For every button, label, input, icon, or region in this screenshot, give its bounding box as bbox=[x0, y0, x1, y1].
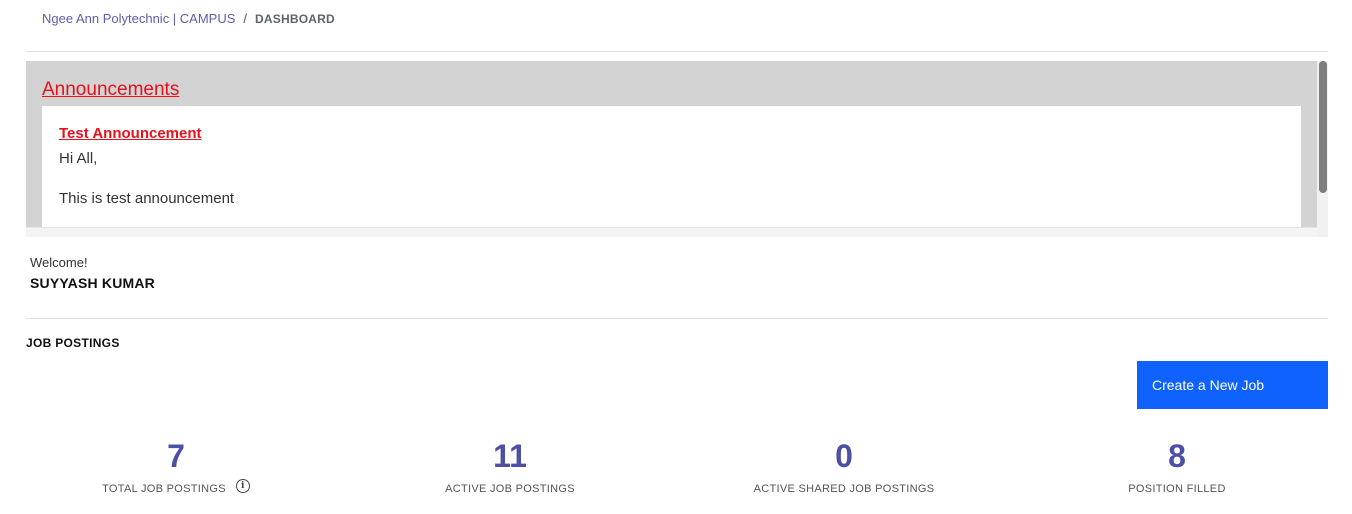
stat-active-job-postings: 11 ACTIVE JOB POSTINGS bbox=[350, 437, 670, 497]
stat-label-row: ACTIVE JOB POSTINGS bbox=[445, 483, 575, 495]
announcement-title[interactable]: Test Announcement bbox=[59, 125, 202, 142]
announcement-greeting: Hi All, bbox=[59, 150, 98, 167]
stat-label: TOTAL JOB POSTINGS bbox=[102, 483, 226, 495]
announcement-body: This is test announcement bbox=[59, 190, 235, 207]
announcements-scrollbar-thumb[interactable] bbox=[1319, 61, 1327, 193]
user-name: SUYYASH KUMAR bbox=[30, 275, 155, 291]
stat-label-row: POSITION FILLED bbox=[1128, 483, 1225, 495]
stat-value: 0 bbox=[835, 438, 853, 474]
announcement-card: Test Announcement Hi All, This is test a… bbox=[42, 106, 1301, 230]
stat-value: 11 bbox=[493, 438, 527, 474]
stat-value: 7 bbox=[167, 438, 185, 474]
breadcrumb-current: DASHBOARD bbox=[255, 11, 335, 26]
stat-label: ACTIVE JOB POSTINGS bbox=[445, 483, 575, 495]
section-divider bbox=[26, 318, 1328, 319]
announcements-panel-bottom bbox=[26, 227, 1328, 237]
info-icon[interactable]: i bbox=[235, 479, 250, 493]
announcements-scrollbar[interactable] bbox=[1317, 61, 1328, 237]
breadcrumb-separator: / bbox=[243, 11, 248, 26]
welcome-label: Welcome! bbox=[30, 255, 88, 270]
announcements-title[interactable]: Announcements bbox=[42, 79, 179, 101]
stat-total-job-postings: 7 TOTAL JOB POSTINGS i bbox=[16, 437, 336, 497]
stat-position-filled: 8 POSITION FILLED bbox=[1017, 437, 1337, 497]
create-new-job-button[interactable]: Create a New Job bbox=[1137, 361, 1328, 409]
breadcrumb: Ngee Ann Polytechnic | CAMPUS / DASHBOAR… bbox=[42, 11, 335, 26]
stat-label: POSITION FILLED bbox=[1128, 483, 1226, 495]
announcements-panel: Announcements Test Announcement Hi All, … bbox=[26, 61, 1328, 237]
top-divider bbox=[26, 51, 1328, 52]
stat-label: ACTIVE SHARED JOB POSTINGS bbox=[753, 483, 935, 495]
stat-label-row: ACTIVE SHARED JOB POSTINGS bbox=[754, 483, 935, 495]
stat-active-shared-job-postings: 0 ACTIVE SHARED JOB POSTINGS bbox=[684, 437, 1004, 497]
job-postings-title: JOB POSTINGS bbox=[26, 336, 120, 350]
stat-value: 8 bbox=[1168, 438, 1186, 474]
stat-label-row: TOTAL JOB POSTINGS i bbox=[102, 479, 250, 495]
breadcrumb-org-link[interactable]: Ngee Ann Polytechnic | CAMPUS bbox=[42, 11, 235, 26]
